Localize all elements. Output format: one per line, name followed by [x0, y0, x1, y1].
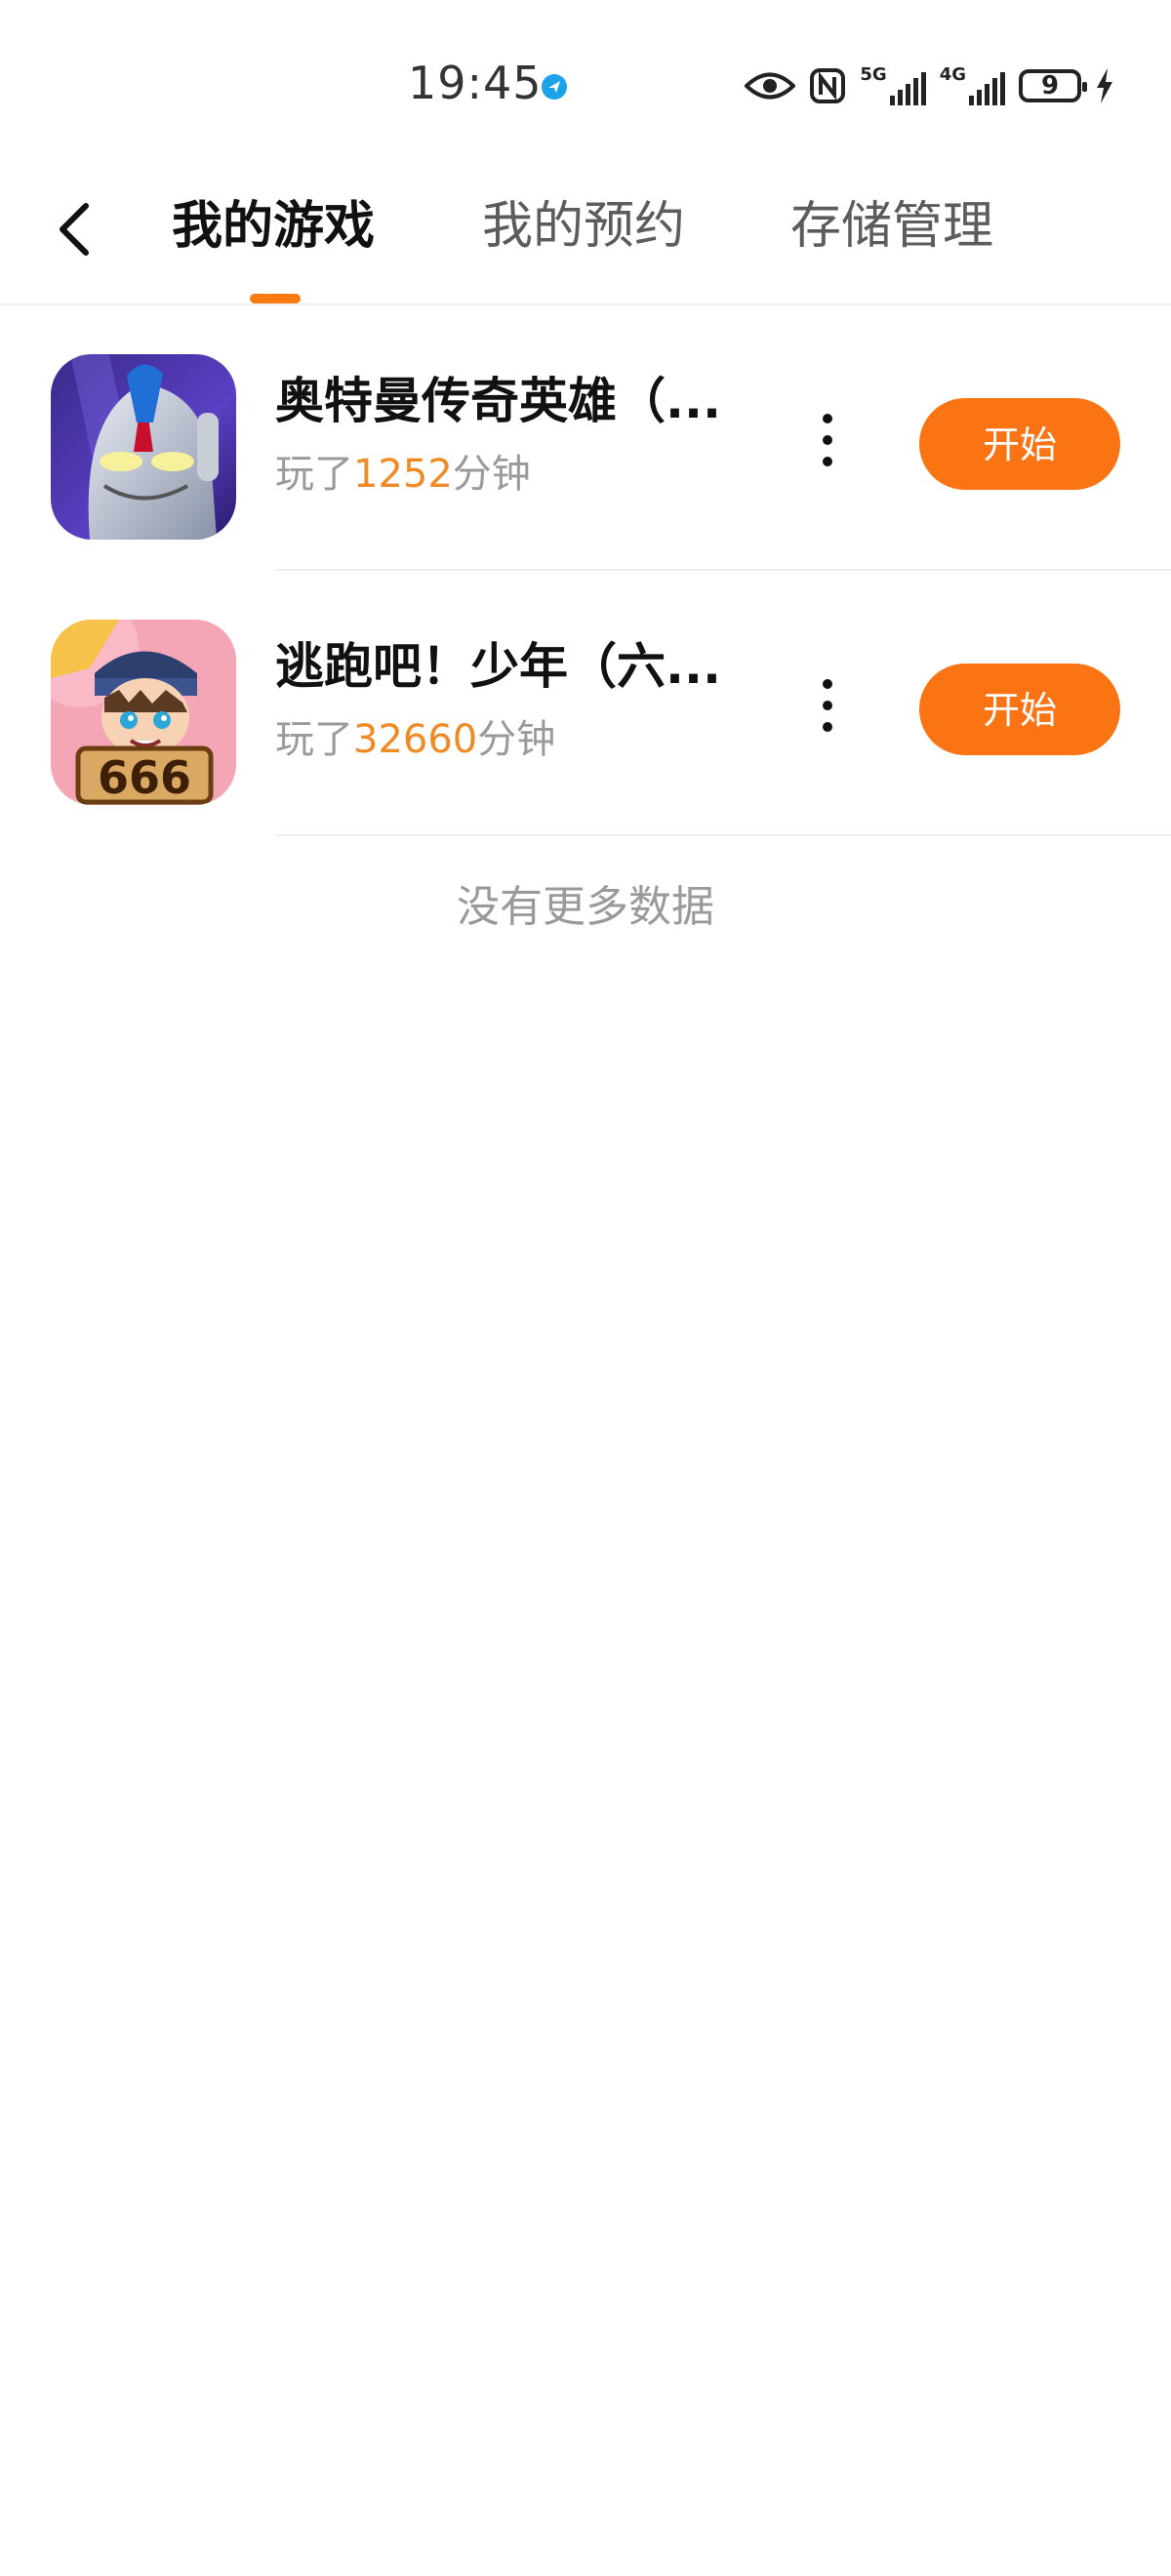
- status-icons: 5G 4G 9: [745, 62, 1114, 109]
- game-list-item[interactable]: 666 逃跑吧！少年（六... 玩了32660分钟 开始: [0, 571, 1171, 836]
- game-title: 逃跑吧！少年（六...: [275, 638, 721, 695]
- more-options-icon[interactable]: [806, 401, 849, 479]
- battery-icon: 9: [1019, 69, 1087, 102]
- tab-storage-management[interactable]: 存储管理: [790, 192, 993, 261]
- location-dot-icon: [542, 74, 567, 100]
- status-bar: 19:45 5G 4G 9: [0, 0, 1171, 171]
- play-time: 玩了1252分钟: [275, 452, 531, 497]
- svg-text:666: 666: [98, 751, 191, 804]
- status-time: 19:45: [408, 57, 543, 109]
- start-button[interactable]: 开始: [919, 398, 1120, 490]
- more-options-icon[interactable]: [806, 666, 849, 745]
- signal-4g-icon: 4G: [940, 66, 1005, 105]
- tab-header: 我的游戏 我的预约 存储管理: [0, 171, 1171, 305]
- game-list-item[interactable]: 奥特曼传奇英雄（... 玩了1252分钟 开始: [0, 305, 1171, 571]
- eye-icon: [745, 72, 796, 100]
- nfc-icon: [810, 68, 846, 103]
- tab-my-games[interactable]: 我的游戏: [172, 192, 375, 261]
- tab-my-reservations[interactable]: 我的预约: [482, 192, 685, 261]
- game-title: 奥特曼传奇英雄（...: [275, 373, 721, 429]
- battery-level: 9: [1040, 71, 1060, 101]
- start-button[interactable]: 开始: [919, 664, 1120, 755]
- charging-icon: [1097, 68, 1112, 103]
- game-icon-ultraman[interactable]: [51, 354, 236, 540]
- divider: [275, 834, 1171, 836]
- play-time: 玩了32660分钟: [275, 717, 556, 762]
- active-tab-indicator: [250, 294, 301, 303]
- back-arrow-icon[interactable]: [49, 200, 107, 259]
- no-more-data-text: 没有更多数据: [457, 882, 714, 932]
- signal-5g-icon: 5G: [860, 66, 926, 105]
- game-icon-run-boy[interactable]: 666: [51, 620, 236, 805]
